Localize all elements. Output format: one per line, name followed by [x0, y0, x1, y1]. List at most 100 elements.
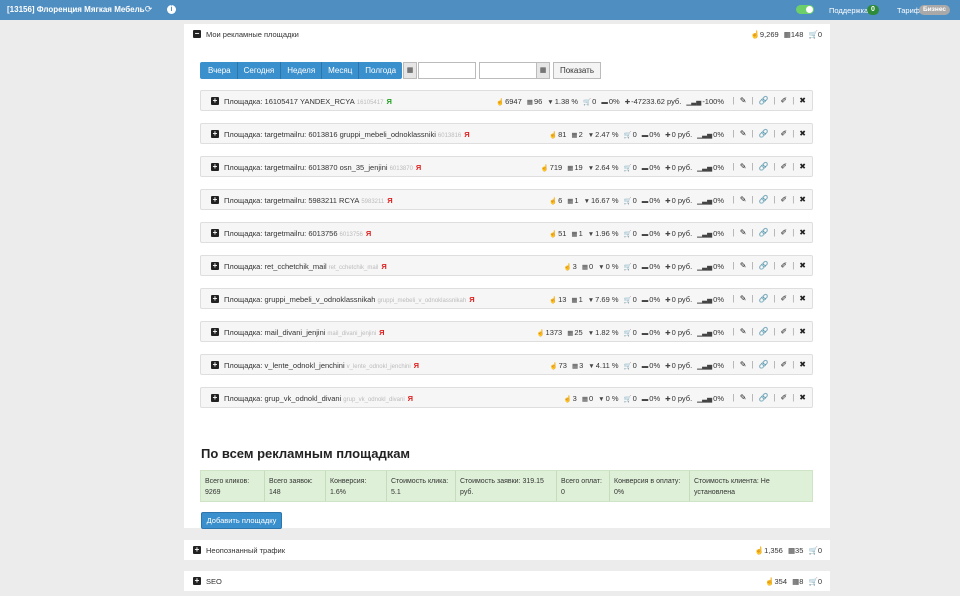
platform-row[interactable]: + Площадка: v_lente_odnokl_jenchini v_lent…	[200, 354, 813, 375]
link-icon[interactable]: 🔗	[758, 129, 768, 138]
date-from-calendar-icon[interactable]: ▦	[403, 62, 417, 79]
expand-icon[interactable]: +	[211, 262, 219, 270]
expand-icon[interactable]: +	[211, 130, 219, 138]
link-icon[interactable]: 🔗	[758, 360, 768, 369]
edit-icon[interactable]: ✎	[740, 96, 747, 105]
platform-row[interactable]: + Площадка: gruppi_mebeli_v_odnoklassnika…	[200, 288, 813, 309]
expand-icon[interactable]: +	[211, 394, 219, 402]
edit-icon[interactable]: ✎	[740, 360, 747, 369]
delete-icon[interactable]: ✖	[799, 162, 806, 171]
platform-name[interactable]: Площадка: 16105417 YANDEX_RCYA 16105417 Я	[224, 97, 392, 106]
date-to-calendar-icon[interactable]: ▦	[536, 62, 550, 79]
platform-row[interactable]: + Площадка: targetmailru: 5983211 RCYA 598…	[200, 189, 813, 210]
marker-icon[interactable]: ✐	[781, 393, 788, 402]
platform-row[interactable]: + Площадка: targetmailru: 6013870 osn_35_…	[200, 156, 813, 177]
mode-toggle[interactable]	[796, 5, 814, 14]
marker-icon[interactable]: ✐	[781, 294, 788, 303]
expand-icon[interactable]: +	[211, 163, 219, 171]
period-button-halfyear[interactable]: Полгода	[359, 62, 403, 79]
expand-icon[interactable]: +	[211, 196, 219, 204]
seo-header[interactable]: + SEO ☝354 ▦8 🛒0	[184, 571, 830, 591]
seo-title[interactable]: SEO	[206, 577, 222, 586]
platform-row[interactable]: + Площадка: 16105417 YANDEX_RCYA 16105417 Я…	[200, 90, 813, 111]
expand-icon[interactable]: +	[193, 546, 201, 554]
link-icon[interactable]: 🔗	[758, 162, 768, 171]
edit-icon[interactable]: ✎	[740, 261, 747, 270]
delete-icon[interactable]: ✖	[799, 360, 806, 369]
platform-name[interactable]: Площадка: ret_cchetchik_mail ret_cchetchi…	[224, 262, 387, 271]
link-icon[interactable]: 🔗	[758, 96, 768, 105]
expand-icon[interactable]: +	[193, 577, 201, 585]
expand-icon[interactable]: +	[211, 361, 219, 369]
marker-icon[interactable]: ✐	[781, 96, 788, 105]
info-icon[interactable]: i	[167, 5, 176, 14]
platform-row[interactable]: + Площадка: targetmailru: 6013756 6013756 Я…	[200, 222, 813, 243]
calendar-icon: ▦	[567, 165, 574, 172]
edit-icon[interactable]: ✎	[740, 294, 747, 303]
marker-icon[interactable]: ✐	[781, 261, 788, 270]
seo-panel[interactable]: + SEO ☝354 ▦8 🛒0	[184, 571, 830, 591]
platform-name[interactable]: Площадка: targetmailru: 5983211 RCYA 5983…	[224, 196, 393, 205]
platform-name[interactable]: Площадка: targetmailru: 6013816 gruppi_m…	[224, 130, 470, 139]
date-to-input[interactable]	[479, 62, 537, 79]
ads-panel-title[interactable]: Мои рекламные площадки	[206, 30, 299, 39]
delete-icon[interactable]: ✖	[799, 294, 806, 303]
ads-panel-header[interactable]: − Мои рекламные площадки ☝9,269 ▦148 🛒0	[184, 24, 830, 44]
period-button-today[interactable]: Сегодня	[237, 62, 282, 79]
expand-icon[interactable]: +	[211, 229, 219, 237]
platform-name[interactable]: Площадка: v_lente_odnokl_jenchini v_lente…	[224, 361, 419, 370]
delete-icon[interactable]: ✖	[799, 195, 806, 204]
marker-icon[interactable]: ✐	[781, 195, 788, 204]
expand-icon[interactable]: +	[211, 295, 219, 303]
date-from-input[interactable]	[418, 62, 476, 79]
link-icon[interactable]: 🔗	[758, 393, 768, 402]
delete-icon[interactable]: ✖	[799, 393, 806, 402]
calendar-icon: ▦	[526, 99, 533, 106]
edit-icon[interactable]: ✎	[740, 327, 747, 336]
unknown-traffic-title[interactable]: Неопознанный трафик	[206, 546, 285, 555]
delete-icon[interactable]: ✖	[799, 129, 806, 138]
platform-name[interactable]: Площадка: gruppi_mebeli_v_odnoklassnikah…	[224, 295, 475, 304]
tariff-badge[interactable]: Бизнес	[919, 5, 950, 15]
show-button[interactable]: Показать	[553, 62, 601, 79]
link-icon[interactable]: 🔗	[758, 261, 768, 270]
marker-icon[interactable]: ✐	[781, 129, 788, 138]
link-icon[interactable]: 🔗	[758, 195, 768, 204]
expand-icon[interactable]: +	[211, 97, 219, 105]
edit-icon[interactable]: ✎	[740, 162, 747, 171]
marker-icon[interactable]: ✐	[781, 162, 788, 171]
link-icon[interactable]: 🔗	[758, 327, 768, 336]
delete-icon[interactable]: ✖	[799, 327, 806, 336]
delete-icon[interactable]: ✖	[799, 261, 806, 270]
edit-icon[interactable]: ✎	[740, 195, 747, 204]
platform-row[interactable]: + Площадка: ret_cchetchik_mail ret_cchetch…	[200, 255, 813, 276]
platform-row[interactable]: + Площадка: grup_vk_odnokl_divani grup_vk_…	[200, 387, 813, 408]
marker-icon[interactable]: ✐	[781, 360, 788, 369]
period-button-week[interactable]: Неделя	[281, 62, 323, 79]
period-button-yesterday[interactable]: Вчера	[200, 62, 238, 79]
edit-icon[interactable]: ✎	[740, 393, 747, 402]
period-button-month[interactable]: Месяц	[322, 62, 360, 79]
platform-row[interactable]: + Площадка: mail_divani_jenjini mail_divan…	[200, 321, 813, 342]
unknown-traffic-panel[interactable]: + Неопознанный трафик ☝1,356 ▦35 🛒0	[184, 540, 830, 560]
expand-icon[interactable]: +	[211, 328, 219, 336]
delete-icon[interactable]: ✖	[799, 228, 806, 237]
platform-name[interactable]: Площадка: targetmailru: 6013756 6013756 Я	[224, 229, 371, 238]
marker-icon[interactable]: ✐	[781, 327, 788, 336]
link-icon[interactable]: 🔗	[758, 228, 768, 237]
marker-icon[interactable]: ✐	[781, 228, 788, 237]
platform-row[interactable]: + Площадка: targetmailru: 6013816 gruppi_…	[200, 123, 813, 144]
add-platform-button[interactable]: Добавить площадку	[201, 512, 282, 529]
delete-icon[interactable]: ✖	[799, 96, 806, 105]
edit-icon[interactable]: ✎	[740, 228, 747, 237]
project-title[interactable]: [13156] Флоренция Мягкая Мебель	[7, 5, 145, 14]
refresh-icon[interactable]: ⟳	[143, 4, 154, 15]
support-link[interactable]: Поддержка	[829, 6, 868, 15]
collapse-icon[interactable]: −	[193, 30, 201, 38]
platform-name[interactable]: Площадка: targetmailru: 6013870 osn_35_j…	[224, 163, 421, 172]
unknown-traffic-header[interactable]: + Неопознанный трафик ☝1,356 ▦35 🛒0	[184, 540, 830, 560]
link-icon[interactable]: 🔗	[758, 294, 768, 303]
edit-icon[interactable]: ✎	[740, 129, 747, 138]
platform-name[interactable]: Площадка: grup_vk_odnokl_divani grup_vk_o…	[224, 394, 413, 403]
platform-name[interactable]: Площадка: mail_divani_jenjini mail_divani…	[224, 328, 385, 337]
